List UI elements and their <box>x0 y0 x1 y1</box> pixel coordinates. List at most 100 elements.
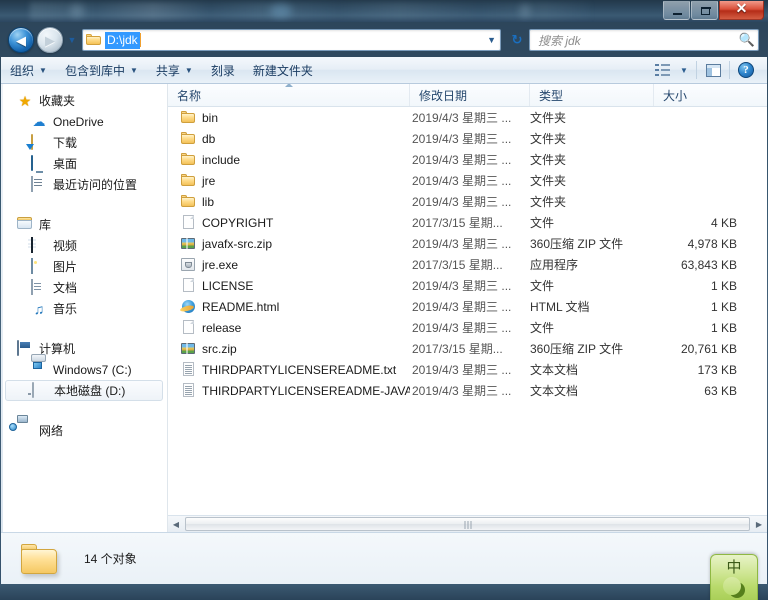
search-input[interactable]: 搜索 jdk <box>530 32 736 49</box>
history-dropdown-button[interactable]: ▼ <box>64 30 80 50</box>
chevron-right-icon: ▶ <box>755 519 763 529</box>
file-type-cell: 文件 <box>530 321 555 335</box>
sidebar-item-libraries[interactable]: 库 <box>1 214 167 235</box>
table-row[interactable]: COPYRIGHT 2017/3/15 星期... 文件 4 KB <box>168 212 767 233</box>
folder-icon <box>180 194 196 209</box>
address-bar[interactable]: D:\jdk ▼ <box>82 29 501 51</box>
sidebar-item-desktop[interactable]: 桌面 <box>1 153 167 174</box>
ie-html-icon <box>180 299 196 314</box>
sidebar-item-network[interactable]: 网络 <box>1 420 167 441</box>
sidebar-item-videos[interactable]: 视频 <box>1 235 167 256</box>
table-row[interactable]: lib 2019/4/3 星期三 ... 文件夹 <box>168 191 767 212</box>
file-date-cell: 2017/3/15 星期... <box>412 216 503 230</box>
explorer-window: ✕ ◀ ▶ ▼ D:\jdk ▼ ↻ 搜索 jdk 🔍 组织 ▼ 包含到库中 ▼… <box>0 0 768 600</box>
star-icon: ★ <box>18 92 32 109</box>
file-size-cell: 20,761 KB <box>680 341 737 356</box>
text-icon <box>180 383 196 398</box>
ime-indicator[interactable]: 中 <box>710 554 758 600</box>
change-view-button[interactable] <box>649 59 675 81</box>
column-header-size[interactable]: 大小 <box>654 84 767 106</box>
file-date-cell: 2019/4/3 星期三 ... <box>412 174 512 188</box>
forward-button[interactable]: ▶ <box>37 27 63 53</box>
sidebar-group-libraries: 库 视频 图片 文档 ♫ 音乐 <box>1 214 167 319</box>
file-size-cell: 4,978 KB <box>687 236 737 251</box>
file-size-cell: 63 KB <box>704 383 737 398</box>
toolbar-burn[interactable]: 刻录 <box>202 59 244 81</box>
sidebar-item-label: 音乐 <box>53 301 78 316</box>
help-button[interactable]: ? <box>733 59 759 81</box>
sidebar-group-favorites: ★ 收藏夹 ☁ OneDrive 下载 桌面 最近访问的位置 <box>1 90 167 195</box>
table-row[interactable]: release 2019/4/3 星期三 ... 文件 1 KB <box>168 317 767 338</box>
title-bar[interactable]: ✕ <box>0 0 768 22</box>
scroll-right-button[interactable]: ▶ <box>751 516 767 532</box>
sidebar-item-label: 视频 <box>53 238 78 253</box>
recent-places-icon <box>31 175 47 193</box>
library-icon <box>17 217 33 233</box>
table-row[interactable]: javafx-src.zip 2019/4/3 星期三 ... 360压缩 ZIP … <box>168 233 767 254</box>
column-header-date-label: 修改日期 <box>419 88 468 103</box>
chevron-down-icon: ▼ <box>129 65 138 75</box>
address-path-text: D:\jdk <box>105 31 140 49</box>
sidebar-item-local-disk-d[interactable]: 本地磁盘 (D:) <box>5 380 163 401</box>
back-button[interactable]: ◀ <box>8 27 34 53</box>
file-type-cell: HTML 文档 <box>530 300 590 314</box>
address-caret <box>139 33 141 47</box>
close-button[interactable]: ✕ <box>719 1 764 20</box>
file-name-cell: LICENSE <box>168 278 410 294</box>
toolbar-share[interactable]: 共享 ▼ <box>147 59 202 81</box>
file-name-cell: jre.exe <box>168 257 410 273</box>
toolbar-organize[interactable]: 组织 ▼ <box>1 59 56 81</box>
search-icon[interactable]: 🔍 <box>736 32 758 48</box>
column-header-name[interactable]: 名称 <box>168 84 410 106</box>
folder-icon <box>180 152 196 167</box>
nav-pane-edge <box>1 84 3 532</box>
file-size-cell: 4 KB <box>710 215 737 230</box>
table-row[interactable]: db 2019/4/3 星期三 ... 文件夹 <box>168 128 767 149</box>
view-dropdown-button[interactable]: ▼ <box>675 59 693 81</box>
sidebar-item-documents[interactable]: 文档 <box>1 277 167 298</box>
sidebar-item-onedrive[interactable]: ☁ OneDrive <box>1 111 167 132</box>
scroll-left-button[interactable]: ◀ <box>168 516 184 532</box>
navigation-bar: ◀ ▶ ▼ D:\jdk ▼ ↻ 搜索 jdk 🔍 <box>1 23 767 57</box>
sidebar-item-pictures[interactable]: 图片 <box>1 256 167 277</box>
command-bar: 组织 ▼ 包含到库中 ▼ 共享 ▼ 刻录 新建文件夹 ▼ ? <box>1 57 767 84</box>
table-row[interactable]: THIRDPARTYLICENSEREADME.txt 2019/4/3 星期三 … <box>168 359 767 380</box>
sidebar-item-recent-places[interactable]: 最近访问的位置 <box>1 174 167 195</box>
toolbar-include-in-library[interactable]: 包含到库中 ▼ <box>56 59 147 81</box>
toolbar-new-folder[interactable]: 新建文件夹 <box>244 59 322 81</box>
table-row[interactable]: README.html 2019/4/3 星期三 ... HTML 文档 1 KB <box>168 296 767 317</box>
minimize-icon <box>673 13 682 15</box>
folder-icon <box>180 173 196 188</box>
sidebar-item-music[interactable]: ♫ 音乐 <box>1 298 167 319</box>
sidebar-item-windows7-c[interactable]: Windows7 (C:) <box>1 359 167 380</box>
file-date-cell: 2019/4/3 星期三 ... <box>412 300 512 314</box>
refresh-button[interactable]: ↻ <box>505 29 529 51</box>
horizontal-scrollbar[interactable]: ◀ ▶ <box>168 515 767 532</box>
table-row[interactable]: bin 2019/4/3 星期三 ... 文件夹 <box>168 107 767 128</box>
sidebar-item-computer[interactable]: 计算机 <box>1 338 167 359</box>
table-row[interactable]: include 2019/4/3 星期三 ... 文件夹 <box>168 149 767 170</box>
search-box[interactable]: 搜索 jdk 🔍 <box>529 29 759 51</box>
column-header-type[interactable]: 类型 <box>530 84 654 106</box>
address-dropdown-icon[interactable]: ▼ <box>487 34 496 46</box>
file-type-cell: 文件 <box>530 216 555 230</box>
table-row[interactable]: jre.exe 2017/3/15 星期... 应用程序 63,843 KB <box>168 254 767 275</box>
file-size-cell: 1 KB <box>710 320 737 335</box>
scrollbar-thumb[interactable] <box>185 517 750 531</box>
toolbar-include-in-library-label: 包含到库中 <box>64 63 125 78</box>
table-row[interactable]: jre 2019/4/3 星期三 ... 文件夹 <box>168 170 767 191</box>
sidebar-item-downloads[interactable]: 下载 <box>1 132 167 153</box>
file-list-pane: 名称 修改日期 类型 大小 bin 2019/4/3 星期三 ... 文件夹 db 20… <box>168 84 767 532</box>
sidebar-item-favorites[interactable]: ★ 收藏夹 <box>1 90 167 111</box>
maximize-button[interactable] <box>691 1 718 20</box>
preview-pane-button[interactable] <box>700 59 726 81</box>
table-row[interactable]: LICENSE 2019/4/3 星期三 ... 文件 1 KB <box>168 275 767 296</box>
file-rows: bin 2019/4/3 星期三 ... 文件夹 db 2019/4/3 星期三 ...… <box>168 107 767 532</box>
folder-icon <box>86 33 102 47</box>
title-bar-highlight <box>70 4 84 18</box>
minimize-button[interactable] <box>663 1 690 20</box>
table-row[interactable]: THIRDPARTYLICENSEREADME-JAVAF... 2019/4/3… <box>168 380 767 401</box>
column-header-date[interactable]: 修改日期 <box>410 84 530 106</box>
table-row[interactable]: src.zip 2017/3/15 星期... 360压缩 ZIP 文件 20,761… <box>168 338 767 359</box>
file-name-cell: lib <box>168 194 410 210</box>
